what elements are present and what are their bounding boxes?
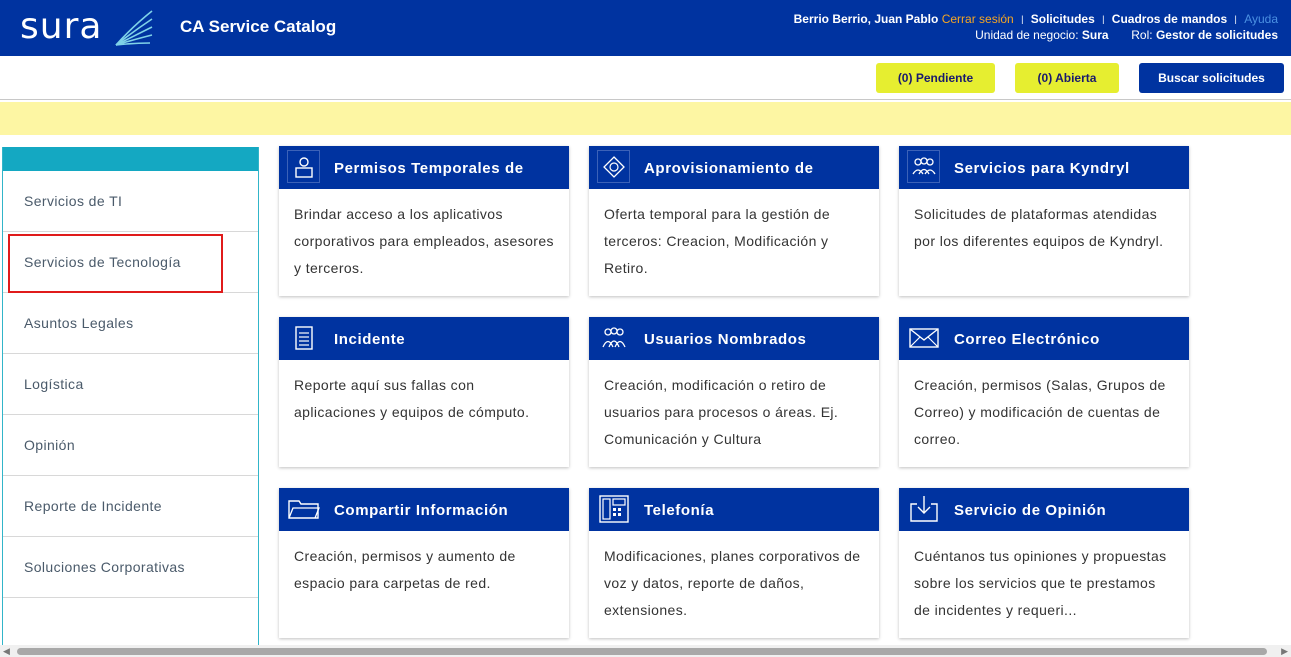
scroll-left-icon[interactable]: ◀ [3, 646, 10, 657]
help-link[interactable]: Ayuda [1244, 12, 1278, 26]
badge-icon [597, 150, 630, 183]
action-bar: (0) Pendiente (0) Abierta Buscar solicit… [0, 56, 1291, 100]
card-header: Correo Electrónico [899, 317, 1189, 360]
top-header: sura CA Service Catalog Berrio Berrio, J… [0, 0, 1291, 56]
card-description: Oferta temporal para la gestión de terce… [604, 206, 831, 276]
service-card[interactable]: Permisos Temporales de Brindar acceso a … [279, 146, 569, 296]
unidad-value: Sura [1081, 28, 1109, 42]
cuadros-link[interactable]: Cuadros de mandos [1112, 12, 1227, 26]
open-button[interactable]: (0) Abierta [1015, 63, 1119, 93]
card-description: Modificaciones, planes corporativos de v… [604, 548, 861, 618]
rol-label: Rol: [1131, 28, 1153, 42]
sidebar-item-reporte-incidente[interactable]: Reporte de Incidente [3, 476, 258, 537]
group-icon [907, 150, 940, 183]
card-title: Correo Electrónico [954, 331, 1100, 348]
card-title: Incidente [334, 331, 406, 348]
users-icon [597, 321, 630, 354]
service-card[interactable]: Servicios para Kyndryl Solicitudes de pl… [899, 146, 1189, 296]
card-header: Permisos Temporales de [279, 146, 569, 189]
horizontal-scrollbar[interactable]: ◀ ▶ [0, 645, 1291, 657]
logo-text: sura [20, 6, 103, 47]
card-header: Incidente [279, 317, 569, 360]
separator: | [1234, 14, 1237, 24]
sidebar-item-servicios-ti[interactable]: Servicios de TI [3, 171, 258, 232]
card-description: Creación, permisos y aumento de espacio … [294, 548, 516, 591]
card-title: Usuarios Nombrados [644, 331, 807, 348]
service-card[interactable]: Incidente Reporte aquí sus fallas con ap… [279, 317, 569, 467]
scrollbar-thumb[interactable] [17, 648, 1267, 655]
separator: | [1102, 14, 1105, 24]
app-title: CA Service Catalog [180, 17, 337, 36]
card-title: Compartir Información [334, 502, 509, 519]
card-description: Solicitudes de plataformas atendidas por… [914, 206, 1164, 249]
service-card[interactable]: Aprovisionamiento de Oferta temporal par… [589, 146, 879, 296]
logo-rays-icon [115, 10, 153, 46]
solicitudes-link[interactable]: Solicitudes [1031, 12, 1095, 26]
card-description: Brindar acceso a los aplicativos corpora… [294, 206, 554, 276]
unidad-label: Unidad de negocio: [975, 28, 1079, 42]
service-card[interactable]: Compartir Información Creación, permisos… [279, 488, 569, 638]
card-title: Servicios para Kyndryl [954, 160, 1130, 177]
rol-value: Gestor de solicitudes [1155, 28, 1278, 42]
download-icon [907, 492, 940, 525]
logout-link[interactable]: Cerrar sesión [942, 12, 1014, 26]
card-description: Creación, modificación o retiro de usuar… [604, 377, 839, 447]
service-card[interactable]: Servicio de Opinión Cuéntanos tus opinio… [899, 488, 1189, 638]
card-header: Usuarios Nombrados [589, 317, 879, 360]
card-title: Permisos Temporales de [334, 160, 524, 177]
separator: | [1021, 14, 1024, 24]
card-description: Cuéntanos tus opiniones y propuestas sob… [914, 548, 1167, 618]
card-header: Aprovisionamiento de [589, 146, 879, 189]
sidebar-item-asuntos-legales[interactable]: Asuntos Legales [3, 293, 258, 354]
user-line: Berrio Berrio, Juan Pablo Cerrar sesión … [794, 12, 1278, 26]
folder-icon [287, 492, 320, 525]
phone-icon [597, 492, 630, 525]
service-card[interactable]: Usuarios Nombrados Creación, modificació… [589, 317, 879, 467]
card-description: Reporte aquí sus fallas con aplicaciones… [294, 377, 530, 420]
meta-line: Unidad de negocio: Sura Rol: Gestor de s… [975, 28, 1278, 42]
selection-highlight [8, 234, 223, 293]
sidebar-item-soluciones-corporativas[interactable]: Soluciones Corporativas [3, 537, 258, 598]
scroll-right-icon[interactable]: ▶ [1281, 646, 1288, 657]
card-header: Telefonía [589, 488, 879, 531]
card-header: Compartir Información [279, 488, 569, 531]
pending-button[interactable]: (0) Pendiente [876, 63, 995, 93]
sura-logo[interactable]: sura [20, 5, 160, 49]
card-title: Telefonía [644, 502, 715, 519]
sidebar-header [3, 147, 258, 171]
service-card[interactable]: Telefonía Modificaciones, planes corpora… [589, 488, 879, 638]
notice-banner [0, 102, 1291, 135]
sidebar-item-opinion[interactable]: Opinión [3, 415, 258, 476]
person-icon [287, 150, 320, 183]
category-sidebar: Servicios de TI Servicios de Tecnología … [2, 147, 259, 645]
user-name: Berrio Berrio, Juan Pablo [793, 12, 939, 26]
card-title: Servicio de Opinión [954, 502, 1107, 519]
card-description: Creación, permisos (Salas, Grupos de Cor… [914, 377, 1166, 447]
search-requests-button[interactable]: Buscar solicitudes [1139, 63, 1284, 93]
document-icon [287, 321, 320, 354]
service-card[interactable]: Correo Electrónico Creación, permisos (S… [899, 317, 1189, 467]
sidebar-item-logistica[interactable]: Logística [3, 354, 258, 415]
card-header: Servicio de Opinión [899, 488, 1189, 531]
card-title: Aprovisionamiento de [644, 160, 814, 177]
envelope-icon [907, 321, 940, 354]
card-header: Servicios para Kyndryl [899, 146, 1189, 189]
